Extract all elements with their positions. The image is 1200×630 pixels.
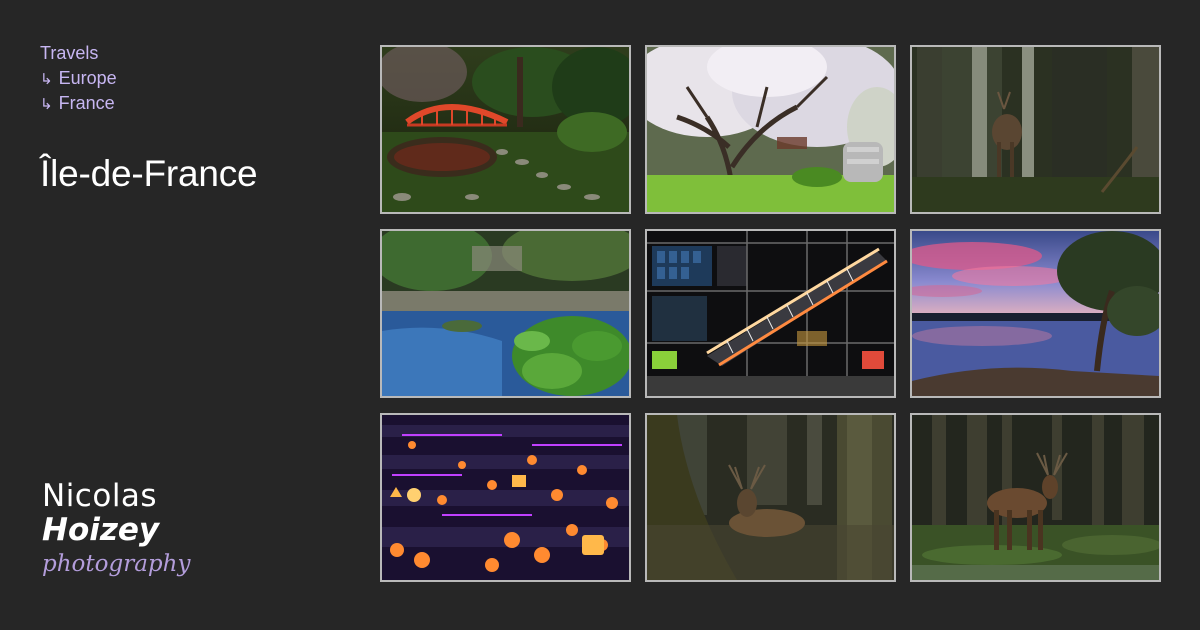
logo-tagline: photography <box>42 551 191 577</box>
photo-image <box>382 415 629 580</box>
breadcrumb-item-travels[interactable]: Travels <box>40 41 117 66</box>
breadcrumb-item-france[interactable]: ↳ France <box>40 91 117 117</box>
breadcrumb-label: Travels <box>40 43 99 63</box>
site-logo[interactable]: Nicolas Hoizey photography <box>42 478 202 588</box>
photo-image <box>912 47 1159 212</box>
photo-image <box>647 231 894 396</box>
photo-thumbnail-cherry-blossom[interactable] <box>645 45 896 214</box>
photo-thumbnail-japanese-garden[interactable] <box>380 45 631 214</box>
logo-last-name: Hoizey <box>42 512 160 548</box>
photo-thumbnail-neon-maze[interactable] <box>380 413 631 582</box>
breadcrumb: Travels ↳ Europe ↳ France <box>40 41 117 117</box>
page: Travels ↳ Europe ↳ France Île-de-France Ni… <box>0 0 1200 630</box>
return-arrow-icon: ↳ <box>40 95 53 113</box>
photo-gallery <box>380 45 1165 585</box>
page-title: Île-de-France <box>40 153 258 194</box>
photo-thumbnail-stag-lying[interactable] <box>645 413 896 582</box>
photo-thumbnail-escalator-night[interactable] <box>645 229 896 398</box>
photo-image <box>382 231 629 396</box>
photo-thumbnail-deer-forest[interactable] <box>910 45 1161 214</box>
return-arrow-icon: ↳ <box>40 69 53 88</box>
photo-thumbnail-stag-standing[interactable] <box>910 413 1161 582</box>
photo-thumbnail-garden-pond[interactable] <box>380 229 631 398</box>
photo-image <box>382 47 629 212</box>
photo-thumbnail-lake-sunset[interactable] <box>910 229 1161 398</box>
breadcrumb-label: France <box>58 93 115 113</box>
photo-image <box>912 415 1159 580</box>
logo-first-name: Nicolas <box>42 478 158 514</box>
breadcrumb-item-europe[interactable]: ↳ Europe <box>40 66 117 92</box>
photo-image <box>647 415 894 580</box>
photo-image <box>647 47 894 212</box>
photo-image <box>912 231 1159 396</box>
breadcrumb-label: Europe <box>58 67 117 88</box>
